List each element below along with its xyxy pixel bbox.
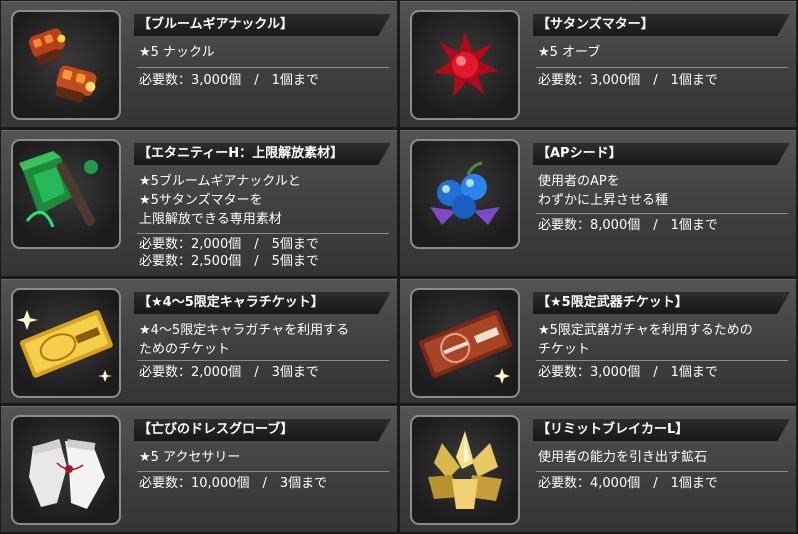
item-description: ★5 アクセサリー — [139, 450, 241, 465]
red-crystal-orb-icon — [433, 31, 499, 97]
item-card-satans-matter[interactable]: 【サタンズマター】 ★5 オーブ 必要数：3,000個 / 1個まで — [400, 1, 796, 127]
item-thumbnail — [410, 415, 520, 525]
item-card-bloom-gear-knuckle[interactable]: 【ブルームギアナックル】 ★5 ナックル 必要数：3,000個 / 1個まで — [1, 1, 397, 127]
item-card-eternity-h[interactable]: 【エタニティーH：上限解放素材】 ★5ブルームギアナックルと ★5サタンズマター… — [1, 130, 397, 276]
item-thumbnail — [11, 139, 121, 249]
gold-ticket-icon — [16, 310, 113, 382]
item-requirement: 必要数：3,000個 / 1個まで — [538, 73, 718, 88]
item-description: 使用者の能力を引き出す鉱石 — [538, 450, 708, 465]
item-title: 【★5限定武器チケット】 — [533, 292, 790, 314]
item-description: 使用者のAPを わずかに上昇させる種 — [538, 174, 669, 208]
item-card-weapon-ticket[interactable]: 【★5限定武器チケット】 ★5限定武器ガチャを利用するための チケット 必要数：… — [400, 279, 796, 403]
gold-ore-icon — [428, 431, 502, 509]
item-title: 【エタニティーH：上限解放素材】 — [134, 143, 391, 165]
divider — [137, 233, 389, 234]
item-description: ★5 ナックル — [139, 45, 215, 60]
item-title: 【サタンズマター】 — [533, 14, 790, 36]
item-title: 【APシード】 — [533, 143, 790, 165]
divider — [536, 213, 788, 214]
item-requirement: 必要数：4,000個 / 1個まで — [538, 476, 718, 491]
item-title: 【リミットブレイカーL】 — [533, 419, 790, 441]
item-thumbnail — [11, 415, 121, 525]
item-requirement: 必要数：10,000個 / 3個まで — [139, 476, 328, 491]
item-requirement: 必要数：3,000個 / 1個まで — [139, 73, 319, 88]
item-requirement: 必要数：8,000個 / 1個まで — [538, 218, 718, 233]
divider — [536, 67, 788, 68]
divider — [536, 471, 788, 472]
item-card-limit-breaker-l[interactable]: 【リミットブレイカーL】 使用者の能力を引き出す鉱石 必要数：4,000個 / … — [400, 406, 796, 532]
item-card-dress-glove[interactable]: 【亡びのドレスグローブ】 ★5 アクセサリー 必要数：10,000個 / 3個ま… — [1, 406, 397, 532]
divider — [536, 360, 788, 361]
item-description: ★5ブルームギアナックルと ★5サタンズマターを 上限解放できる専用素材 — [139, 174, 301, 227]
item-requirement: 必要数：2,000個 / 3個まで — [139, 365, 319, 380]
item-requirement: 必要数：3,000個 / 1個まで — [538, 365, 718, 380]
exchange-item-grid: 【ブルームギアナックル】 ★5 ナックル 必要数：3,000個 / 1個まで 【… — [0, 0, 798, 534]
divider — [137, 360, 389, 361]
eternity-material-icon — [19, 151, 98, 228]
knuckle-icon — [28, 28, 97, 103]
ap-seed-icon — [430, 161, 500, 225]
item-thumbnail — [410, 10, 520, 120]
item-description: ★4～5限定キャラガチャを利用する ためのチケット — [139, 323, 350, 357]
white-gloves-icon — [29, 439, 105, 509]
item-thumbnail — [410, 288, 520, 398]
item-thumbnail — [11, 10, 121, 120]
weapon-ticket-icon — [418, 310, 512, 384]
item-thumbnail — [11, 288, 121, 398]
item-requirement: 必要数：2,500個 / 5個まで — [139, 254, 319, 269]
item-title: 【亡びのドレスグローブ】 — [134, 419, 391, 441]
divider — [137, 67, 389, 68]
divider — [137, 471, 389, 472]
item-title: 【★4～5限定キャラチケット】 — [134, 292, 391, 314]
item-card-ap-seed[interactable]: 【APシード】 使用者のAPを わずかに上昇させる種 必要数：8,000個 / … — [400, 130, 796, 276]
item-description: ★5 オーブ — [538, 45, 601, 60]
item-description: ★5限定武器ガチャを利用するための チケット — [538, 323, 753, 357]
item-card-char-ticket[interactable]: 【★4～5限定キャラチケット】 ★4～5限定キャラガチャを利用する ためのチケッ… — [1, 279, 397, 403]
item-thumbnail — [410, 139, 520, 249]
item-title: 【ブルームギアナックル】 — [134, 14, 391, 36]
